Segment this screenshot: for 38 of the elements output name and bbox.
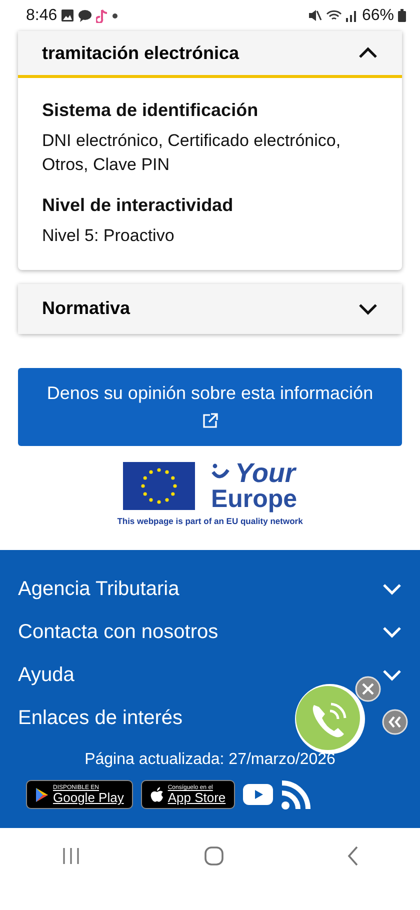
music-note-icon <box>96 8 108 22</box>
field-label: Nivel de interactividad <box>42 194 234 217</box>
chat-icon <box>78 9 92 22</box>
recent-apps-icon[interactable] <box>61 847 82 866</box>
back-icon[interactable] <box>346 846 359 866</box>
accordion-header[interactable]: tramitación electrónica <box>18 31 402 78</box>
field-label: Sistema de identificación <box>42 99 260 122</box>
feedback-button[interactable]: Denos su opinión sobre esta información <box>18 368 402 446</box>
signal-icon <box>346 9 358 22</box>
brand-text: Europe <box>210 486 298 512</box>
mute-icon <box>308 9 322 22</box>
updated-date: Página actualizada: 27/marzo/2026 <box>84 750 336 770</box>
field-value: Nivel 5: Proactivo <box>42 224 176 247</box>
apple-icon <box>150 786 164 803</box>
footer-link[interactable]: Enlaces de interés <box>18 703 183 734</box>
footer-link[interactable]: Ayuda <box>18 660 74 690</box>
play-icon <box>35 786 49 803</box>
status-time: 8:46 <box>26 6 58 26</box>
video-play-icon[interactable] <box>242 784 273 806</box>
brand-text: Your <box>234 460 296 487</box>
rss-icon[interactable] <box>280 780 311 810</box>
battery-level: 66% <box>362 6 394 26</box>
double-chevron-icon[interactable] <box>382 708 408 735</box>
chevron-down-icon <box>358 302 378 315</box>
eu-flag-icon <box>122 462 195 510</box>
close-icon[interactable] <box>355 676 381 702</box>
logo-caption: This webpage is part of an EU quality network <box>117 514 303 528</box>
image-icon <box>61 9 74 22</box>
footer-link[interactable]: Contacta con nosotros <box>18 617 218 648</box>
external-link-icon <box>201 412 219 430</box>
footer-link[interactable]: Agencia Tributaria <box>18 574 180 604</box>
chevron-up-icon <box>358 47 378 59</box>
battery-icon <box>398 9 406 22</box>
field-value: DNI electrónico, Certificado electrónico, Otros, Clave PIN <box>42 130 342 176</box>
accordion-header[interactable]: Normativa <box>18 284 402 334</box>
home-icon[interactable] <box>204 846 224 866</box>
dot-icon <box>112 12 118 18</box>
wifi-icon <box>326 9 342 22</box>
